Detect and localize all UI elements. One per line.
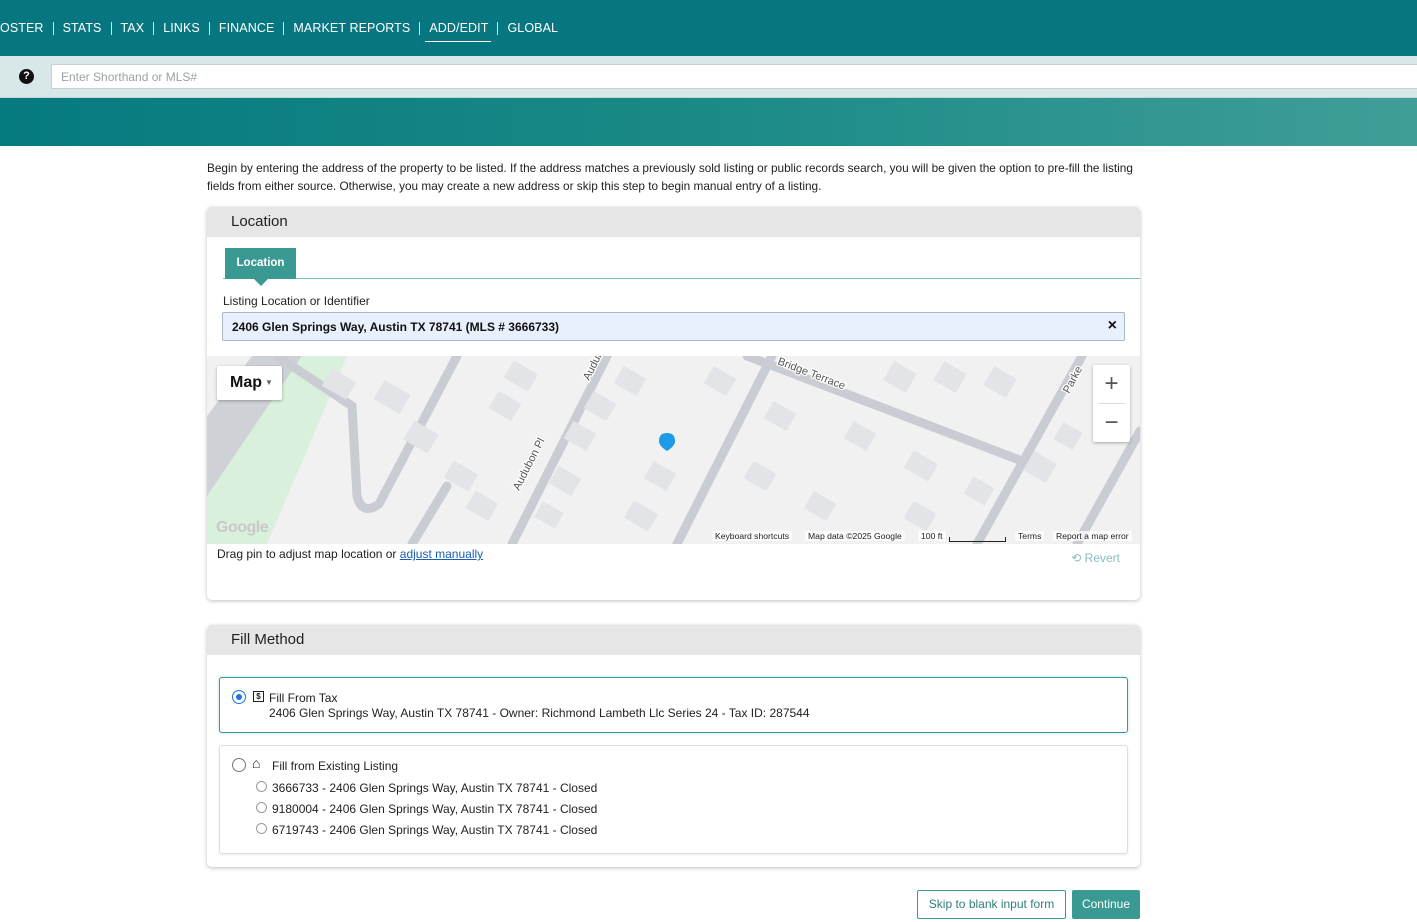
nav-item-stats[interactable]: STATS (53, 0, 111, 56)
tax-document-icon: $ (253, 691, 264, 702)
search-bar: ? (0, 56, 1417, 98)
listing-item[interactable]: 6719743 - 2406 Glen Springs Way, Austin … (272, 823, 597, 837)
top-nav: OSTER STATS TAX LINKS FINANCE MARKET REP… (0, 0, 1417, 56)
caret-down-icon: ▼ (265, 378, 273, 387)
home-history-icon: ⌂ (252, 755, 261, 771)
map-type-dropdown[interactable]: Map ▼ (217, 366, 282, 400)
nav-link-add-edit[interactable]: ADD/EDIT (420, 21, 497, 35)
nav-item-add-edit[interactable]: ADD/EDIT (419, 0, 497, 56)
fill-method-panel: Fill Method $ Fill From Tax 2406 Glen Sp… (207, 625, 1140, 867)
fill-from-listing-radio[interactable] (232, 758, 246, 772)
location-panel-title: Location (207, 207, 1140, 237)
skip-to-blank-form-button[interactable]: Skip to blank input form (917, 890, 1066, 919)
map-scale-label: 100 ft (918, 531, 946, 541)
map-scale-bar (949, 537, 1006, 542)
drag-hint-text: Drag pin to adjust map location or (217, 547, 400, 561)
nav-link-tax[interactable]: TAX (112, 21, 154, 35)
keyboard-shortcuts-link[interactable]: Keyboard shortcuts (712, 531, 793, 541)
location-tabbar: Location (223, 247, 1140, 286)
report-map-error-link[interactable]: Report a map error (1053, 531, 1132, 541)
fill-from-listing-option[interactable]: ⌂ Fill from Existing Listing 3666733 - 2… (219, 745, 1128, 854)
fill-from-tax-detail: 2406 Glen Springs Way, Austin TX 78741 -… (269, 706, 810, 720)
listing-item[interactable]: 9180004 - 2406 Glen Springs Way, Austin … (272, 802, 597, 816)
continue-button[interactable]: Continue (1072, 890, 1140, 919)
nav-item-global[interactable]: GLOBAL (497, 0, 567, 56)
fill-from-tax-label: Fill From Tax (269, 691, 338, 705)
revert-label: Revert (1084, 551, 1120, 565)
map-view[interactable]: Audubon Pl Audubon Pl Bridge Terrace Par… (207, 356, 1140, 544)
location-input-value[interactable]: 2406 Glen Springs Way, Austin TX 78741 (… (232, 320, 559, 334)
listing-radio-1[interactable] (256, 781, 267, 792)
location-panel: Location Location Listing Location or Id… (207, 207, 1140, 600)
nav-item-tax[interactable]: TAX (111, 0, 154, 56)
tab-location[interactable]: Location (225, 248, 296, 286)
google-logo: Google (216, 519, 269, 536)
nav-link-roster[interactable]: OSTER (0, 21, 53, 35)
intro-text: Begin by entering the address of the pro… (207, 161, 1133, 193)
drag-hint: Drag pin to adjust map location or adjus… (217, 547, 483, 561)
adjust-manually-link[interactable]: adjust manually (400, 547, 483, 561)
nav-link-links[interactable]: LINKS (154, 21, 209, 35)
nav-item-roster[interactable]: OSTER (0, 0, 53, 56)
fill-from-tax-option[interactable]: $ Fill From Tax 2406 Glen Springs Way, A… (219, 677, 1128, 733)
page-banner (0, 98, 1417, 146)
nav-link-market-reports[interactable]: MARKET REPORTS (284, 21, 419, 35)
fill-from-listing-label: Fill from Existing Listing (272, 759, 399, 773)
map-type-label: Map (230, 374, 262, 391)
search-input[interactable] (51, 64, 1417, 89)
zoom-in-button[interactable]: + (1093, 365, 1130, 403)
fill-from-tax-radio[interactable] (232, 690, 246, 704)
listing-radio-3[interactable] (256, 823, 267, 834)
zoom-out-button[interactable]: − (1093, 404, 1130, 442)
nav-item-market-reports[interactable]: MARKET REPORTS (283, 0, 419, 56)
map-terms-link[interactable]: Terms (1015, 531, 1045, 541)
fill-method-title: Fill Method (207, 625, 1140, 655)
zoom-controls: + − (1093, 365, 1130, 442)
nav-item-links[interactable]: LINKS (153, 0, 209, 56)
help-icon[interactable]: ? (19, 69, 34, 84)
map-canvas[interactable]: Audubon Pl Audubon Pl Bridge Terrace Par… (207, 356, 1140, 544)
listing-radio-2[interactable] (256, 802, 267, 813)
nav-item-finance[interactable]: FINANCE (209, 0, 284, 56)
location-input[interactable]: 2406 Glen Springs Way, Austin TX 78741 (… (222, 312, 1125, 341)
listing-item[interactable]: 3666733 - 2406 Glen Springs Way, Austin … (272, 781, 597, 795)
nav-link-finance[interactable]: FINANCE (210, 21, 284, 35)
clear-icon[interactable]: × (1108, 318, 1117, 334)
nav-link-stats[interactable]: STATS (54, 21, 111, 35)
location-field-label: Listing Location or Identifier (223, 294, 370, 308)
undo-icon: ⟲ (1071, 551, 1082, 565)
nav-link-global[interactable]: GLOBAL (498, 21, 567, 35)
revert-button[interactable]: ⟲ Revert (1071, 551, 1120, 565)
map-data-attribution: Map data ©2025 Google (805, 531, 905, 541)
